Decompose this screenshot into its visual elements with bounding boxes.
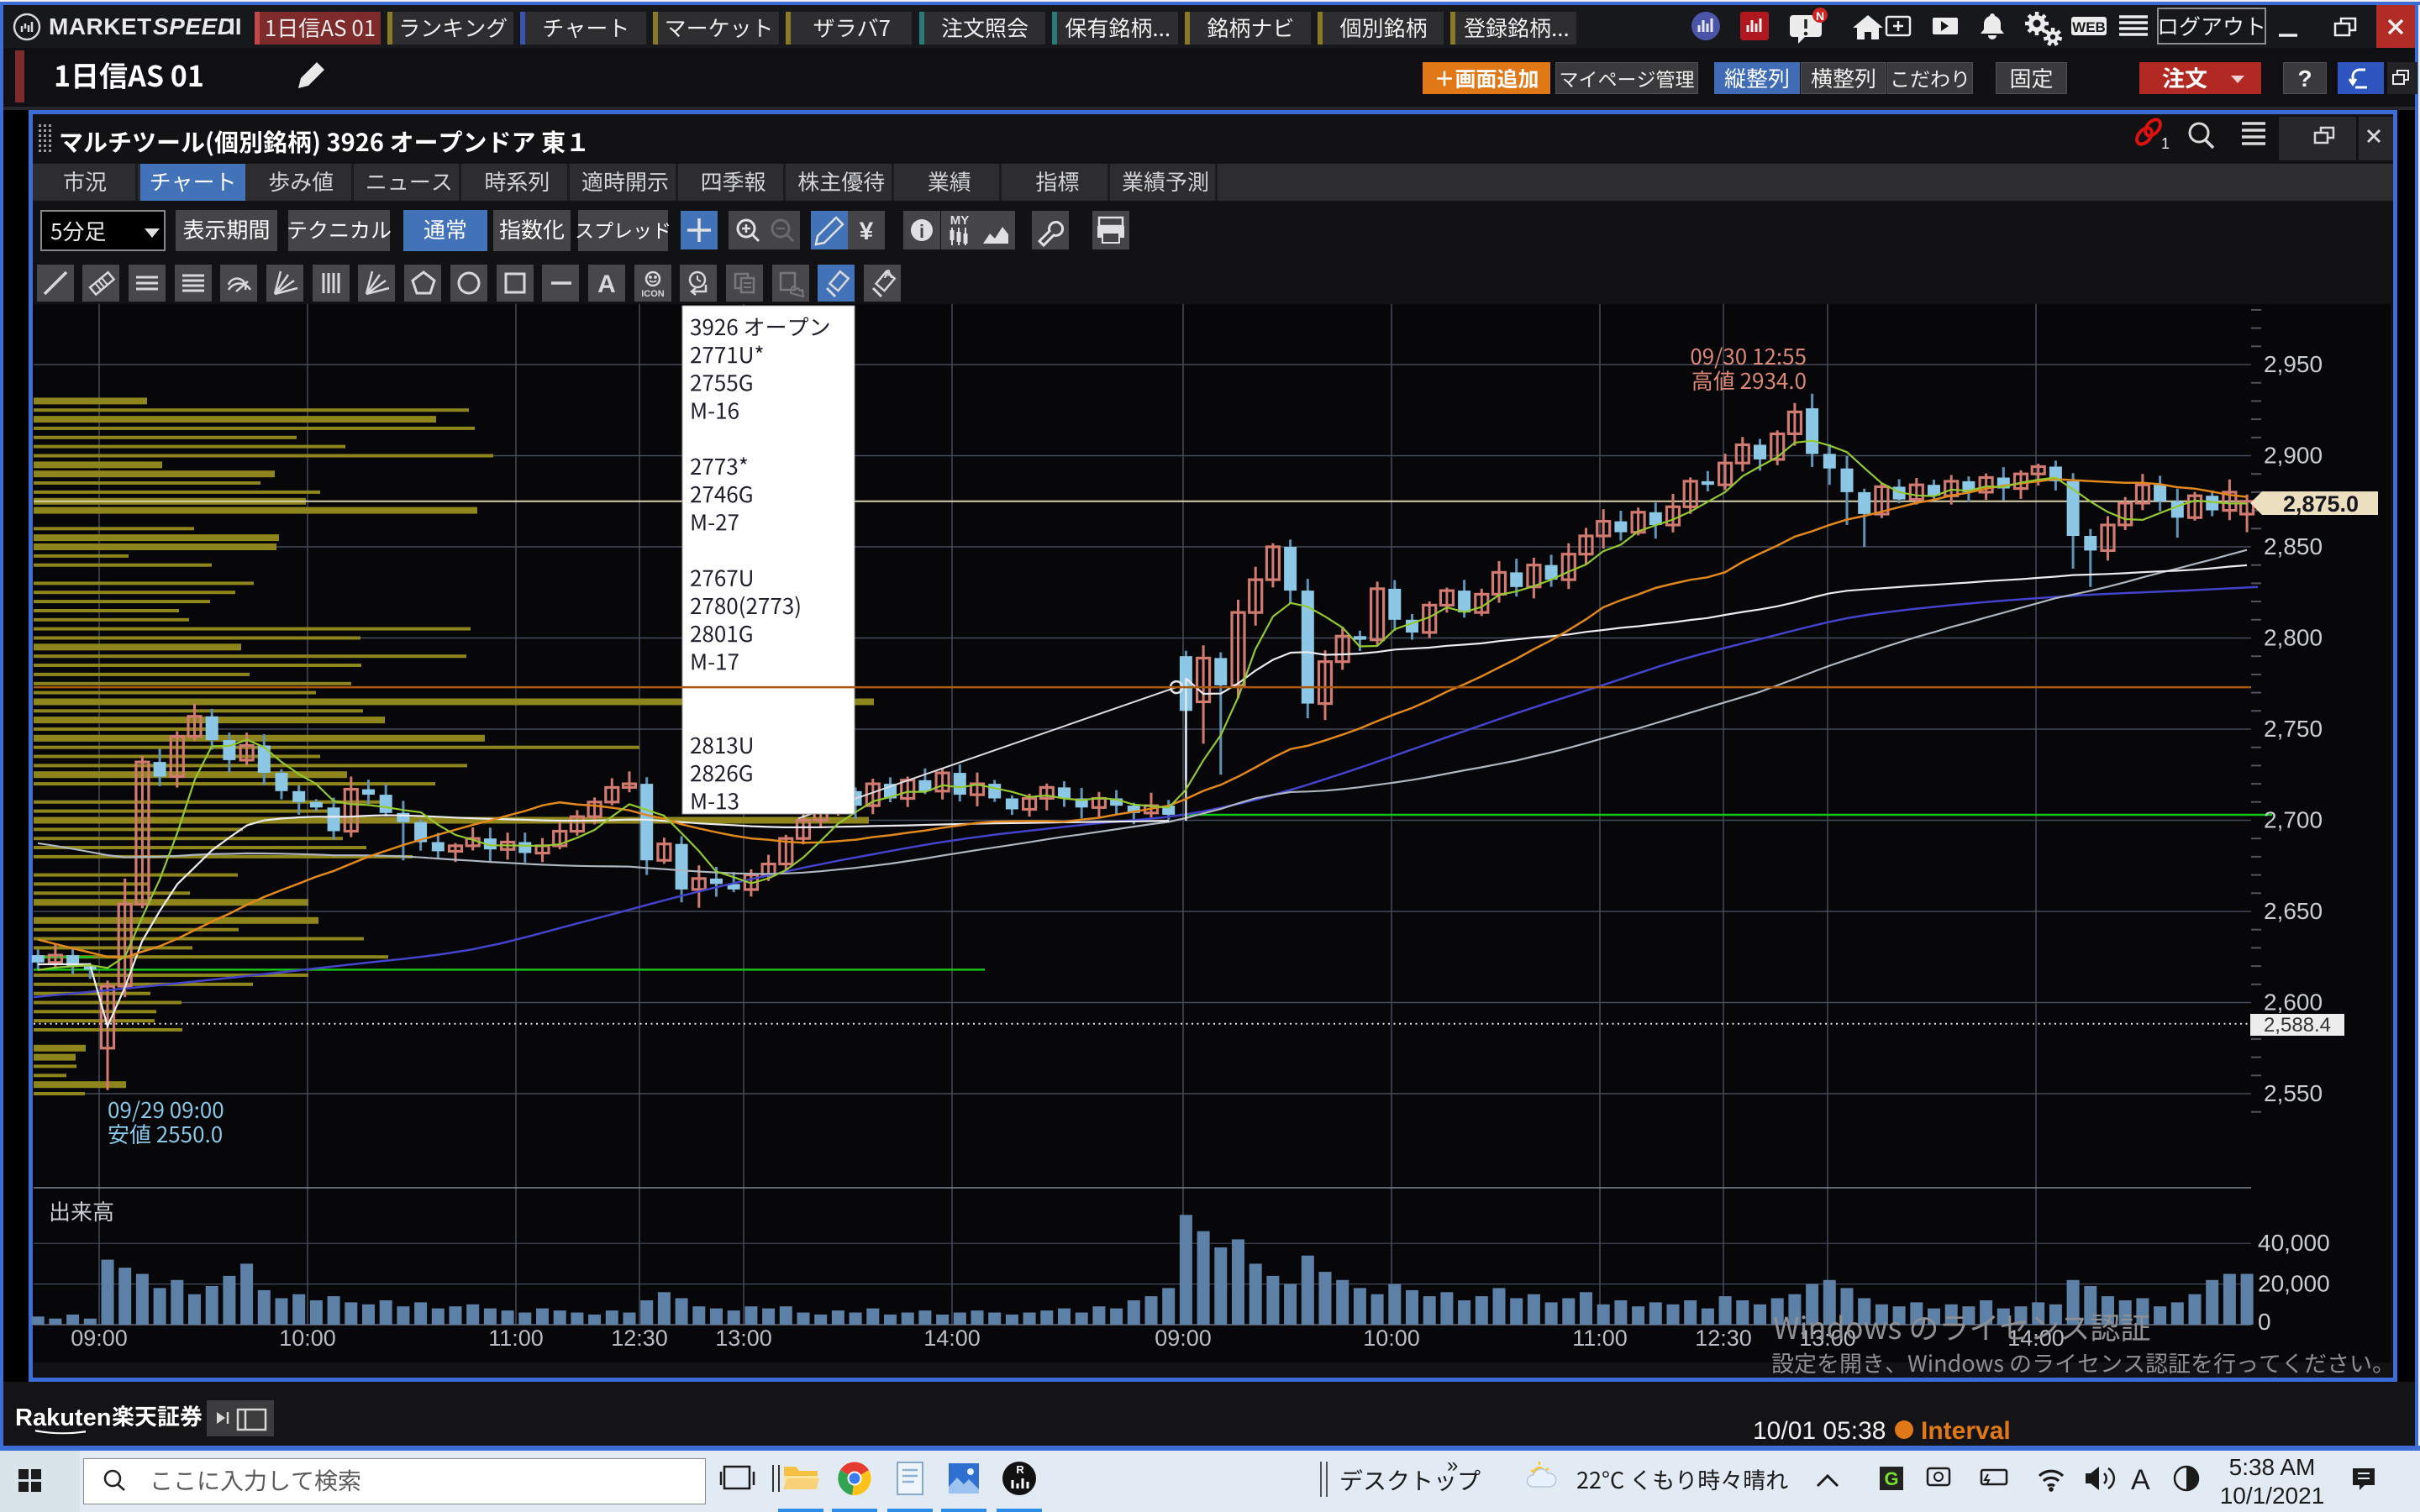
svg-text:10/1/2021: 10/1/2021 — [2220, 1483, 2325, 1509]
svg-text:2,550: 2,550 — [2264, 1080, 2323, 1106]
svg-text:10:00: 10:00 — [279, 1326, 336, 1351]
svg-text:¥: ¥ — [860, 218, 874, 245]
svg-text:R: R — [1016, 1463, 1024, 1476]
svg-text:11:00: 11:00 — [1572, 1326, 1628, 1351]
svg-text:10:00: 10:00 — [1363, 1326, 1420, 1351]
svg-text:14:00: 14:00 — [923, 1326, 981, 1351]
svg-text:ICON: ICON — [641, 289, 665, 299]
svg-text:Rakuten: Rakuten — [15, 1404, 111, 1431]
svg-text:09:00: 09:00 — [1155, 1326, 1212, 1351]
svg-text:12:30: 12:30 — [1695, 1326, 1752, 1351]
svg-text:09:00: 09:00 — [71, 1326, 128, 1351]
svg-text:20,000: 20,000 — [2258, 1271, 2330, 1297]
svg-text:?: ? — [2297, 66, 2312, 92]
svg-text:40,000: 40,000 — [2258, 1230, 2330, 1256]
svg-text:N: N — [1816, 9, 1824, 23]
svg-text:II: II — [229, 13, 242, 39]
svg-text:2,800: 2,800 — [2264, 625, 2323, 651]
svg-text:A: A — [2131, 1464, 2150, 1496]
svg-text:2,950: 2,950 — [2264, 351, 2323, 377]
svg-text:2,875.0: 2,875.0 — [2283, 491, 2359, 517]
svg-text:WEB: WEB — [2072, 19, 2106, 35]
svg-text:13:00: 13:00 — [715, 1326, 772, 1351]
svg-text:11:00: 11:00 — [488, 1326, 544, 1351]
svg-text:i: i — [919, 221, 924, 242]
svg-text:12:30: 12:30 — [611, 1326, 668, 1351]
svg-text:SPEED: SPEED — [153, 13, 234, 39]
svg-text:2,900: 2,900 — [2264, 443, 2323, 469]
svg-text:A: A — [884, 267, 893, 281]
svg-text:2,850: 2,850 — [2264, 533, 2323, 559]
svg-text:2,588.4: 2,588.4 — [2264, 1014, 2331, 1037]
svg-text:2,600: 2,600 — [2264, 990, 2323, 1016]
svg-text:A: A — [597, 270, 616, 298]
svg-text:G: G — [1884, 1468, 1898, 1489]
svg-text:2,750: 2,750 — [2264, 716, 2323, 742]
svg-text:2,650: 2,650 — [2264, 898, 2323, 924]
svg-text:0: 0 — [2258, 1309, 2271, 1335]
svg-text:10/01 05:38: 10/01 05:38 — [1753, 1417, 1886, 1445]
svg-text:2,700: 2,700 — [2264, 807, 2323, 833]
svg-text:MY: MY — [950, 213, 970, 228]
svg-text:»: » — [1447, 1454, 1458, 1477]
svg-text:1: 1 — [2161, 135, 2170, 152]
svg-text:MARKET: MARKET — [49, 13, 152, 39]
svg-text:5:38 AM: 5:38 AM — [2229, 1454, 2316, 1480]
svg-text:Interval: Interval — [1921, 1417, 2011, 1445]
